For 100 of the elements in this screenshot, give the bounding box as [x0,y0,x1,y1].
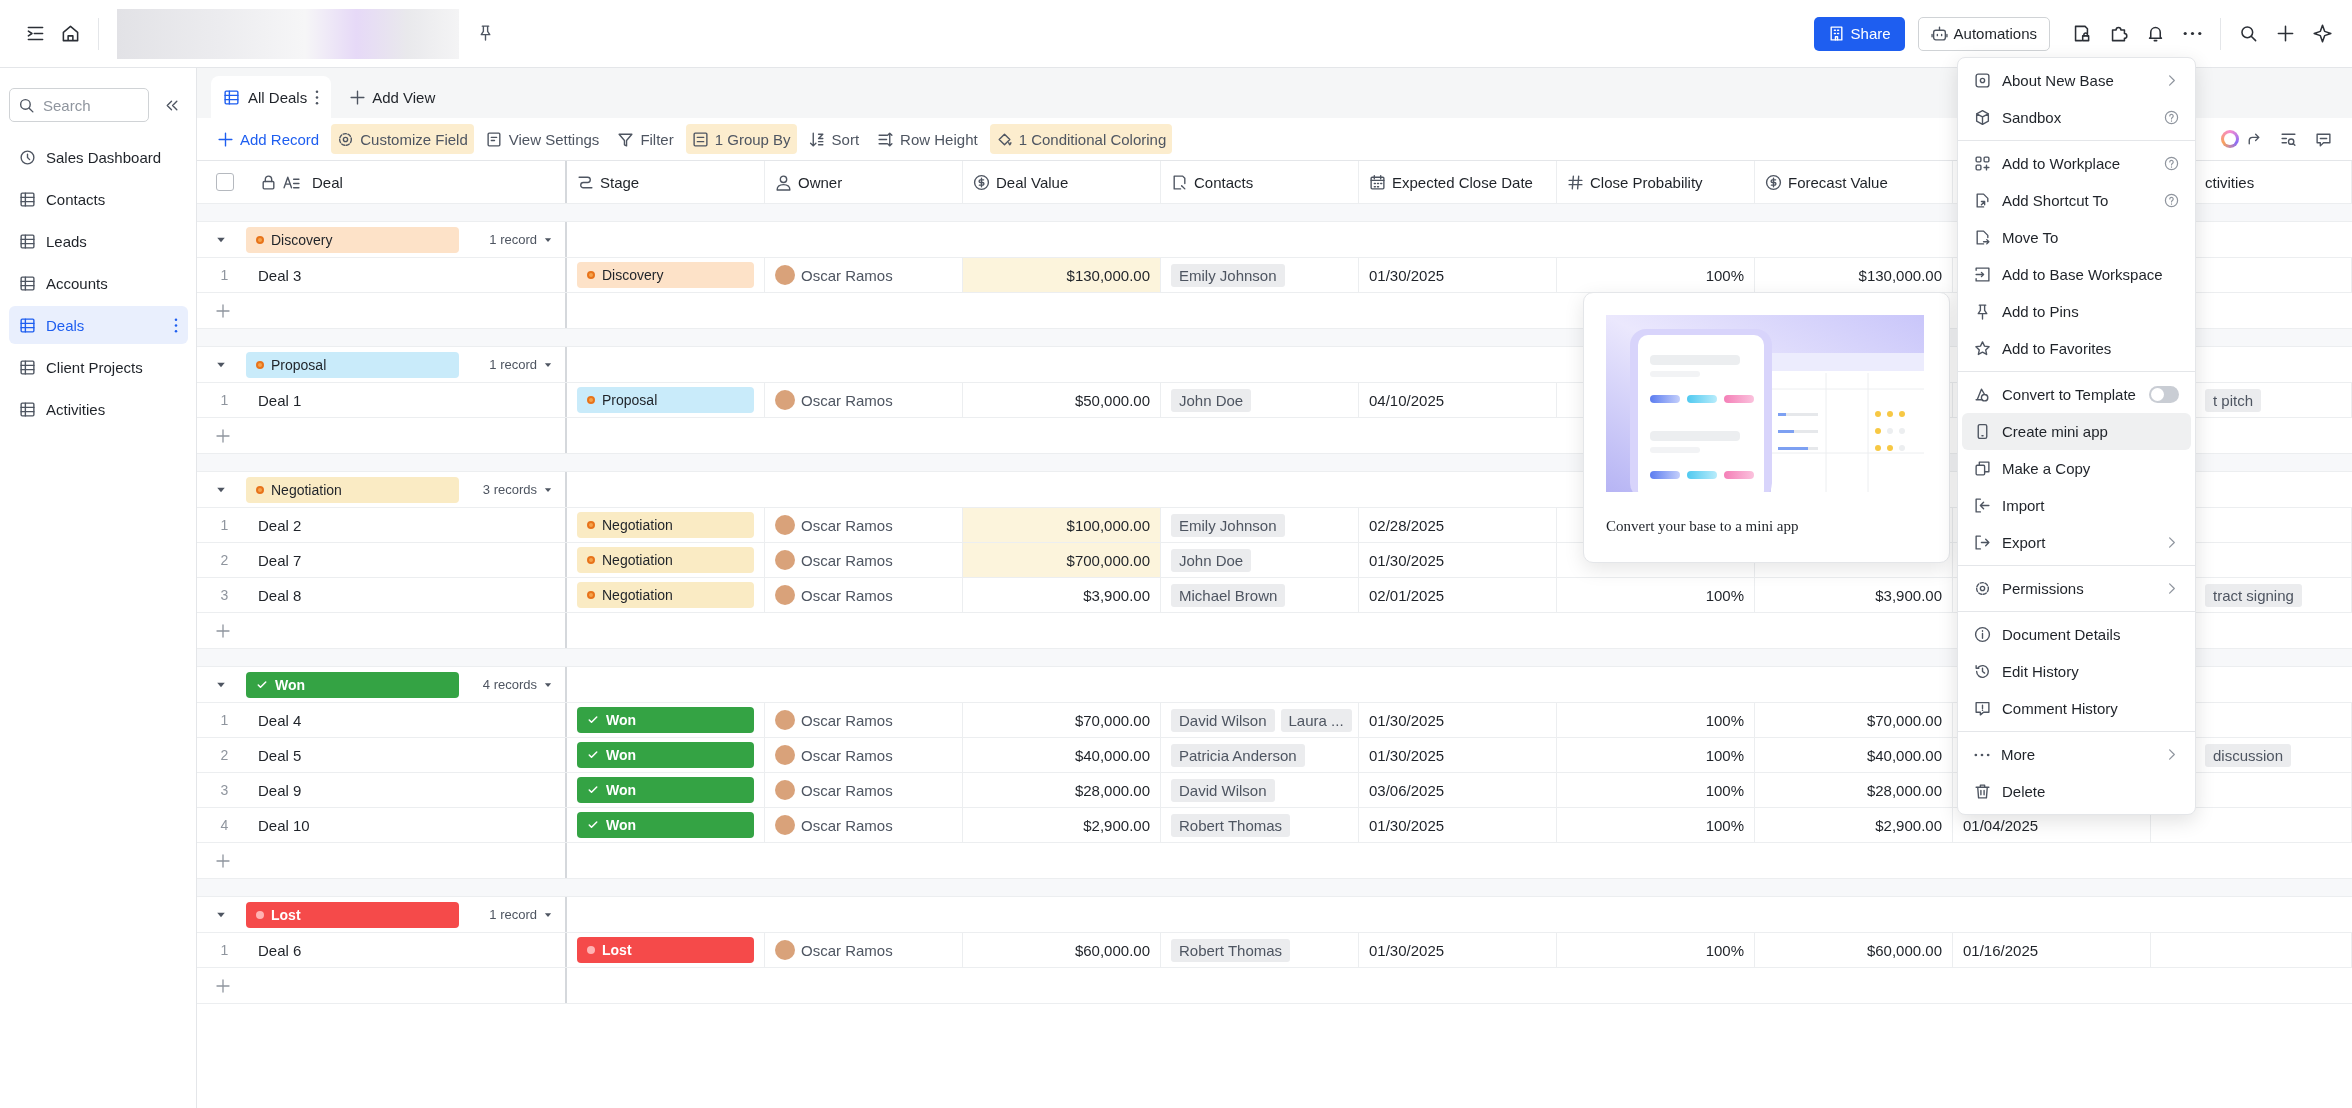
puzzle-icon[interactable] [2109,24,2128,43]
table-icon [223,88,240,106]
table-cell: $70,000.00 [1866,711,1942,729]
deal-value-cell: $100,000.00 [963,508,1161,542]
deal-name: Deal 3 [258,266,302,284]
sidebar-toggle-icon[interactable] [26,24,45,43]
sidebar-item[interactable]: Client Projects [9,348,188,386]
home-icon[interactable] [61,24,80,43]
shortcut-icon [1974,192,1991,209]
tag-label: Negotiation [602,517,673,533]
menu-item[interactable]: More [1962,736,2191,773]
search-list-icon[interactable] [2280,130,2297,148]
menu-item[interactable]: Add Shortcut To [1962,182,2191,219]
menu-item[interactable]: Add to Favorites [1962,330,2191,367]
deal-name: Deal 5 [258,746,302,764]
check-icon [256,678,268,691]
record-count[interactable]: 1 record [489,907,565,922]
search-icon[interactable] [2239,24,2258,43]
filter-icon [617,130,635,148]
table-icon [19,232,36,250]
menu-item[interactable]: Document Details [1962,616,2191,653]
comment-icon[interactable] [2315,130,2332,148]
menu-item[interactable]: About New Base [1962,62,2191,99]
status-dot [256,360,264,369]
toolbar-button[interactable]: 1 Conditional Coloring [989,124,1173,154]
help-icon[interactable] [2164,193,2179,208]
automations-button[interactable]: Automations [1917,16,2050,51]
sidebar-item[interactable]: Deals [9,306,188,344]
menu-item[interactable]: Edit History [1962,653,2191,690]
sidebar-item[interactable]: Activities [9,390,188,428]
deal-value-cell: $60,000.00 [963,933,1161,967]
check-icon [587,784,599,796]
menu-item[interactable]: Delete [1962,773,2191,810]
view-tab[interactable]: All Deals [211,76,332,118]
list-icon [691,130,709,148]
sidebar-item[interactable]: Accounts [9,264,188,302]
menu-item[interactable]: Comment History [1962,690,2191,727]
avatar [775,390,795,410]
deal-value-cell: $50,000.00 [963,383,1161,417]
record-count[interactable]: 3 records [482,482,565,497]
activity-tag: t pitch [2205,388,2262,412]
toggle-switch[interactable] [2149,386,2179,403]
help-icon[interactable] [2164,156,2179,171]
menu-item[interactable]: Add to Workplace [1962,145,2191,182]
plus-icon[interactable] [2276,24,2295,43]
contact-tag: Michael Brown [1171,583,1286,607]
menu-item[interactable]: Sandbox [1962,99,2191,136]
search-field[interactable]: Search [9,88,149,122]
sparkle-icon[interactable] [2313,24,2332,43]
row-number: 1 [219,942,230,958]
record-count[interactable]: 1 record [489,232,565,247]
table-icon [19,400,36,418]
menu-item[interactable]: Move To [1962,219,2191,256]
toolbar-button[interactable]: Customize Field [331,124,474,154]
toolbar-button[interactable]: Filter [611,124,680,154]
search-icon [18,97,35,114]
lock-icon [260,173,277,191]
sidebar-item[interactable]: Leads [9,222,188,260]
table-cell: 100% [1705,941,1744,959]
shapes-icon [1974,386,1991,403]
sidebar-item[interactable]: Contacts [9,180,188,218]
table-cell: 100% [1705,746,1744,764]
deal-name: Deal 8 [258,586,302,604]
toolbar-button[interactable]: Row Height [871,124,984,154]
menu-item[interactable]: Make a Copy [1962,450,2191,487]
help-icon[interactable] [2164,110,2179,125]
menu-item[interactable]: Import [1962,487,2191,524]
status-dot [587,521,595,529]
contact-tag: Robert Thomas [1171,938,1291,962]
inbox-icon [1974,266,1991,283]
checkbox[interactable] [216,173,234,191]
toolbar-button[interactable]: 1 Group By [685,124,797,154]
column-header: Close Probability [1590,173,1703,191]
tag-label: Proposal [271,356,327,373]
robot-icon [1930,25,1948,42]
add-record-button[interactable]: Add Record [211,124,326,154]
menu-item[interactable]: Convert to Template [1962,376,2191,413]
toolbar-button[interactable]: View Settings [479,124,606,154]
menu-item[interactable]: Create mini app [1962,413,2191,450]
notification-icon[interactable] [2146,24,2165,43]
record-count[interactable]: 4 records [482,677,565,692]
share-button[interactable]: Share [1813,16,1905,51]
owner-name: Oscar Ramos [801,746,893,764]
menu-item[interactable]: Export [1962,524,2191,561]
record-count[interactable]: 1 record [489,357,565,372]
add-view-button[interactable]: Add View [341,76,444,118]
menu-item[interactable]: Add to Base Workspace [1962,256,2191,293]
copy-icon [1974,460,1991,477]
row-number: 3 [219,587,230,603]
tag-label: Discovery [602,267,664,283]
table-cell: $2,900.00 [1875,816,1942,834]
activity-tag: discussion [2205,743,2292,767]
menu-item[interactable]: Add to Pins [1962,293,2191,330]
toolbar-button[interactable]: Sort [802,124,866,154]
dollar-icon [1765,173,1782,191]
sidebar-item[interactable]: Sales Dashboard [9,138,188,176]
document-lock-icon[interactable] [2072,24,2091,43]
calendar-icon [1369,173,1386,191]
table-cell: 100% [1705,586,1744,604]
menu-item[interactable]: Permissions [1962,570,2191,607]
